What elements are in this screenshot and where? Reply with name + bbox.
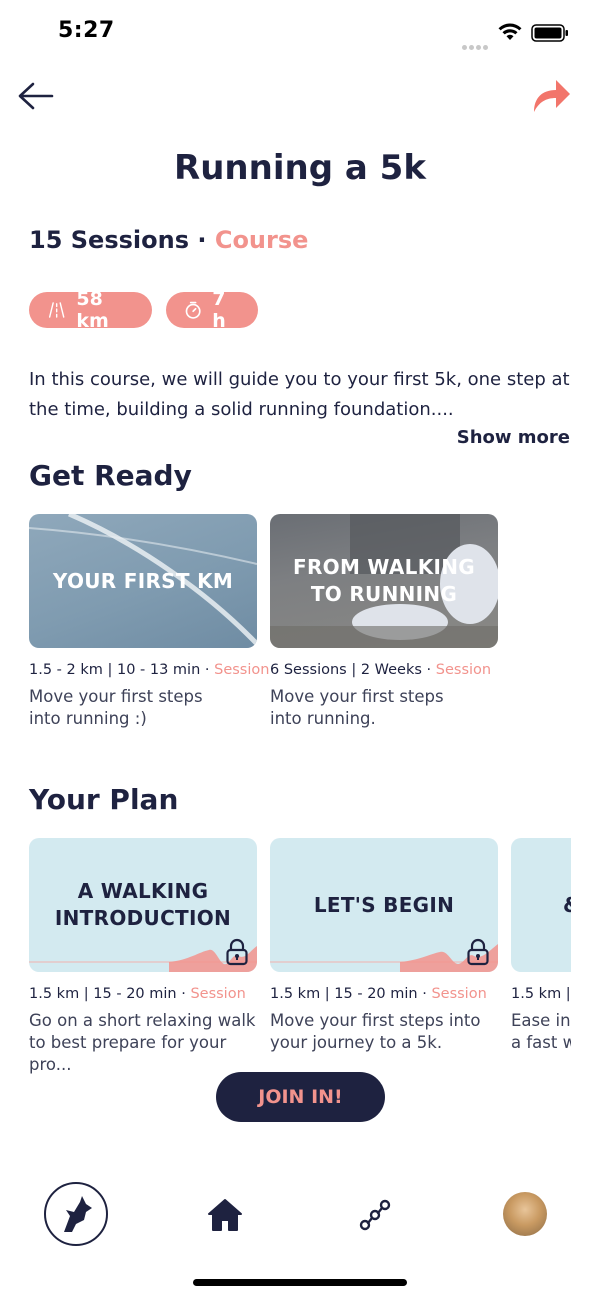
get-ready-card[interactable]: YOUR FIRST KM 1.5 - 2 km | 10 - 13 min ·… bbox=[29, 514, 269, 730]
card-kind: Session bbox=[431, 986, 487, 1002]
share-arrow-icon bbox=[534, 80, 570, 112]
course-meta: 15 Sessions · Course bbox=[29, 226, 308, 254]
card-description-line: into running :) bbox=[29, 709, 147, 728]
card-description-line: your journey to a 5k. bbox=[270, 1033, 443, 1052]
your-plan-title: Your Plan bbox=[29, 783, 179, 816]
home-icon bbox=[208, 1199, 242, 1231]
plan-card[interactable]: & 1.5 km | Ease int a fast w bbox=[511, 838, 571, 1054]
distance-badge: 58 km bbox=[29, 288, 152, 332]
status-bar: 5:27 bbox=[0, 0, 600, 60]
wifi-icon bbox=[498, 23, 522, 40]
card-image: LET'S BEGIN bbox=[270, 838, 498, 972]
card-description: Go on a short relaxing walk to best prep… bbox=[29, 1010, 257, 1076]
card-image-label: FROM WALKING TO RUNNING bbox=[292, 555, 475, 606]
card-meta-text: 1.5 km | bbox=[511, 986, 571, 1002]
avatar[interactable] bbox=[503, 1192, 547, 1236]
card-image-label: & bbox=[511, 892, 571, 919]
card-kind: Session bbox=[435, 662, 492, 678]
course-description: In this course, we will guide you to you… bbox=[29, 369, 570, 420]
tab-route[interactable] bbox=[352, 1194, 398, 1236]
plan-card[interactable]: A WALKING INTRODUCTION 1.5 km | 15 - 20 … bbox=[29, 838, 257, 1076]
course-type: Course bbox=[214, 226, 309, 254]
card-description-line: Go on a short relaxing walk bbox=[29, 1011, 256, 1030]
card-description: Move your first steps into running :) bbox=[29, 686, 257, 730]
card-description-line: a fast w bbox=[511, 1033, 571, 1052]
stopwatch-icon bbox=[185, 301, 201, 319]
show-more-link[interactable]: Show more bbox=[457, 427, 570, 448]
card-description-line: Ease int bbox=[511, 1011, 571, 1030]
card-image: & bbox=[511, 838, 571, 972]
page-title: Running a 5k bbox=[174, 148, 426, 188]
card-image-label: LET'S BEGIN bbox=[313, 892, 455, 917]
route-icon bbox=[359, 1199, 391, 1231]
card-image-label: YOUR FIRST KM bbox=[52, 568, 234, 593]
card-description-line: Move your first steps bbox=[29, 687, 203, 706]
card-meta: 1.5 km | 15 - 20 min · Session bbox=[29, 986, 257, 1002]
tab-logo[interactable] bbox=[44, 1182, 108, 1246]
back-button[interactable] bbox=[14, 78, 58, 114]
signal-icon bbox=[462, 35, 492, 50]
card-meta: 1.5 - 2 km | 10 - 13 min · Session bbox=[29, 662, 269, 678]
card-image: A WALKING INTRODUCTION bbox=[29, 838, 257, 972]
battery-icon bbox=[531, 24, 568, 42]
share-button[interactable] bbox=[528, 74, 574, 116]
wolf-logo-icon bbox=[64, 1196, 92, 1232]
elevation-wave bbox=[270, 944, 498, 972]
card-image-label: A WALKING INTRODUCTION bbox=[54, 879, 232, 930]
card-kind: Session bbox=[190, 986, 246, 1002]
card-description: Move your first steps into your journey … bbox=[270, 1010, 498, 1054]
card-description: Ease int a fast w bbox=[511, 1010, 571, 1054]
card-kind: Session bbox=[214, 662, 270, 678]
card-meta: 1.5 km | 15 - 20 min · Session bbox=[270, 986, 498, 1002]
card-image: YOUR FIRST KM bbox=[29, 514, 257, 648]
sessions-count: 15 Sessions bbox=[29, 226, 189, 254]
tab-bar bbox=[0, 1170, 600, 1260]
card-image: FROM WALKING TO RUNNING bbox=[270, 514, 498, 648]
card-meta: 1.5 km | bbox=[511, 986, 571, 1002]
arrow-left-icon bbox=[18, 82, 54, 110]
card-description-line: to best prepare for your pro... bbox=[29, 1033, 227, 1074]
lock-icon bbox=[467, 938, 489, 966]
tab-home[interactable] bbox=[202, 1194, 248, 1236]
lock-icon bbox=[226, 938, 248, 966]
card-description: Move your first steps into running. bbox=[270, 686, 498, 730]
duration-value: 7 h bbox=[212, 288, 226, 332]
home-indicator bbox=[193, 1279, 407, 1286]
status-time: 5:27 bbox=[58, 18, 115, 43]
distance-value: 58 km bbox=[76, 288, 109, 332]
card-meta-text: 6 Sessions | 2 Weeks · bbox=[270, 662, 436, 678]
card-description-line: Move your first steps into bbox=[270, 1011, 481, 1030]
card-meta-text: 1.5 km | 15 - 20 min · bbox=[29, 986, 191, 1002]
duration-badge: 7 h bbox=[166, 288, 258, 332]
elevation-wave bbox=[29, 946, 257, 972]
card-meta: 6 Sessions | 2 Weeks · Session bbox=[270, 662, 498, 678]
get-ready-title: Get Ready bbox=[29, 459, 192, 492]
card-meta-text: 1.5 km | 15 - 20 min · bbox=[270, 986, 432, 1002]
join-in-button[interactable]: JOIN IN! bbox=[216, 1072, 385, 1122]
card-description-line: into running. bbox=[270, 709, 376, 728]
card-meta-text: 1.5 - 2 km | 10 - 13 min · bbox=[29, 662, 215, 678]
plan-card[interactable]: LET'S BEGIN 1.5 km | 15 - 20 min · Sessi… bbox=[270, 838, 498, 1054]
road-icon bbox=[48, 302, 65, 318]
get-ready-card[interactable]: FROM WALKING TO RUNNING 6 Sessions | 2 W… bbox=[270, 514, 498, 730]
card-description-line: Move your first steps bbox=[270, 687, 444, 706]
meta-separator: · bbox=[197, 226, 207, 254]
